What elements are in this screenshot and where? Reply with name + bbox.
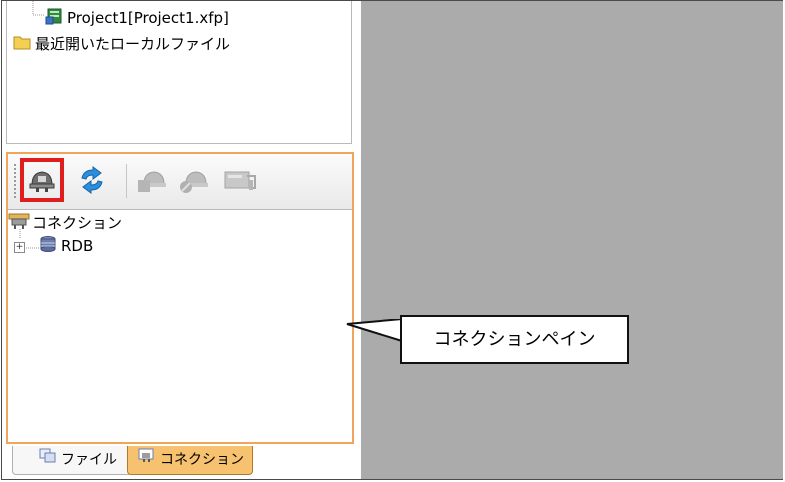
folder-icon <box>13 34 31 55</box>
connection-properties-icon <box>224 171 256 190</box>
refresh-icon <box>81 166 103 194</box>
toolbar-grip[interactable] <box>14 164 18 198</box>
tree-item-project[interactable]: Project1[Project1.xfp] <box>45 7 229 27</box>
project-item-label: Project1[Project1.xfp] <box>67 9 229 27</box>
window-frame: Project1[Project1.xfp] 最近開いたローカルファイル コネク… <box>1 0 783 480</box>
project-pane: Project1[Project1.xfp] 最近開いたローカルファイル <box>6 1 352 144</box>
tab-file[interactable]: ファイル <box>12 446 132 475</box>
tree-item-rdb[interactable]: RDB <box>40 236 93 256</box>
rdb-label: RDB <box>61 237 94 255</box>
pane-tabs: ファイル コネクション <box>2 444 361 479</box>
connection-pane: コネクション + RDB <box>6 152 354 444</box>
recent-files-label: 最近開いたローカルファイル <box>35 35 231 53</box>
connect-button[interactable] <box>20 158 64 202</box>
remove-connection-icon <box>180 171 208 193</box>
refresh-button[interactable] <box>74 162 110 198</box>
connection-tab-label: コネクション <box>160 452 244 468</box>
callout-text: コネクションペイン <box>433 329 596 350</box>
plug-icon <box>29 171 55 192</box>
callout-box: コネクションペイン <box>400 315 629 364</box>
callout-pointer <box>346 319 404 343</box>
toolbar-separator <box>126 164 127 198</box>
file-tab-icon <box>39 446 57 474</box>
add-connection-button[interactable] <box>134 162 170 198</box>
database-icon <box>40 236 56 257</box>
add-connection-icon <box>138 171 166 192</box>
connection-properties-button[interactable] <box>222 162 258 198</box>
expand-toggle[interactable]: + <box>14 242 25 253</box>
workspace-area <box>361 1 783 479</box>
connection-tree: コネクション + RDB <box>8 211 352 441</box>
left-panel: Project1[Project1.xfp] 最近開いたローカルファイル コネク… <box>2 1 361 479</box>
remove-connection-button[interactable] <box>176 162 212 198</box>
file-tab-label: ファイル <box>61 452 117 468</box>
tab-connection[interactable]: コネクション <box>127 446 253 475</box>
connection-tab-icon <box>138 446 156 474</box>
tree-item-recent-files[interactable]: 最近開いたローカルファイル <box>13 34 230 54</box>
project-file-icon <box>45 7 63 30</box>
connection-toolbar <box>8 154 352 210</box>
